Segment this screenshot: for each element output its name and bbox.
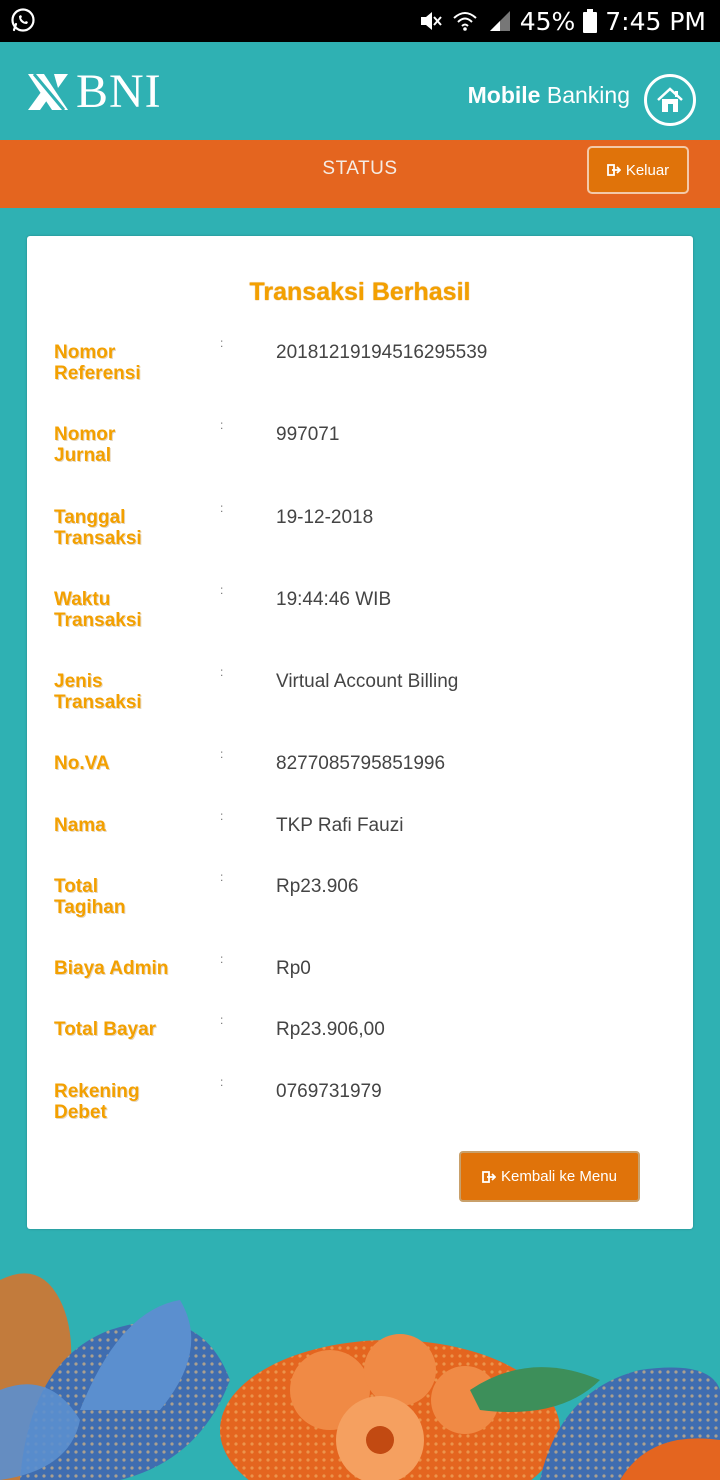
mobile-banking-label: Mobile Banking	[467, 82, 630, 108]
signal-icon	[489, 11, 510, 31]
receipt-row-value: Rp0	[276, 958, 311, 979]
battery-icon	[583, 9, 598, 33]
receipt-row-label: No.VA	[54, 753, 110, 774]
receipt-row-value: Rp23.906,00	[276, 1019, 385, 1040]
receipt-row-colon: :	[220, 809, 224, 823]
logout-icon	[606, 164, 621, 176]
receipt-row-colon: :	[220, 952, 224, 966]
app-header: BNI Mobile Banking	[0, 42, 720, 140]
receipt-row-value: TKP Rafi Fauzi	[276, 815, 404, 836]
receipt-row-value: 8277085795851996	[276, 753, 446, 774]
clock: 7:45 PM	[605, 6, 706, 36]
receipt-row-label: Rekening Debet	[54, 1081, 140, 1123]
bni-logo-text: BNI	[76, 65, 162, 118]
logout-button[interactable]: Keluar	[587, 146, 689, 194]
receipt-row-value: 19:44:46 WIB	[276, 589, 392, 610]
receipt-row-colon: :	[220, 747, 224, 761]
bni-logo-mark-icon	[28, 73, 68, 111]
receipt-row-value: 19-12-2018	[276, 507, 374, 528]
back-to-menu-button[interactable]: Kembali ke Menu	[459, 1151, 640, 1202]
mute-icon	[420, 12, 442, 30]
receipt-row-colon: :	[220, 1075, 224, 1089]
status-bar-nav: STATUS Keluar	[0, 140, 720, 208]
receipt-row-value: 0769731979	[276, 1081, 382, 1102]
receipt-title: Transaksi Berhasil	[249, 278, 471, 306]
receipt-row-value: Virtual Account Billing	[276, 671, 459, 692]
batik-decoration	[0, 1273, 720, 1480]
receipt-row-label: Jenis Transaksi	[54, 671, 142, 713]
home-icon	[657, 87, 683, 112]
receipt-row-value: Rp23.906	[276, 876, 359, 897]
receipt-row-label: Biaya Admin	[54, 958, 169, 979]
bni-logo: BNI	[26, 65, 162, 118]
receipt-row-label: Total Bayar	[54, 1019, 157, 1040]
receipt-row-label: Nomor Jurnal	[54, 424, 116, 466]
receipt-row-label: Total Tagihan	[54, 876, 126, 918]
wifi-icon	[453, 12, 477, 31]
receipt-row-value: 997071	[276, 424, 340, 445]
receipt-row-label: Nama	[54, 815, 106, 836]
receipt-row-colon: :	[220, 665, 224, 679]
battery-percent: 45%	[519, 6, 576, 36]
receipt-row-colon: :	[220, 418, 224, 432]
receipt-row-colon: :	[220, 501, 224, 515]
receipt-row-colon: :	[220, 583, 224, 597]
receipt-row-label: Tanggal Transaksi	[54, 507, 142, 549]
status-bar: 45% 7:45 PM	[0, 0, 720, 42]
receipt-row-colon: :	[220, 1013, 224, 1027]
back-to-menu-label: Kembali ke Menu	[501, 1168, 617, 1185]
logout-label: Keluar	[625, 161, 670, 179]
home-button[interactable]	[644, 74, 696, 126]
back-icon	[482, 1170, 497, 1183]
receipt-row-value: 20181219194516295539	[276, 342, 488, 363]
batik-leaves-left	[0, 1273, 230, 1480]
whatsapp-icon	[11, 8, 35, 32]
receipt-row-label: Waktu Transaksi	[54, 589, 142, 631]
receipt-card: Transaksi Berhasil Nomor Referensi : 201…	[27, 236, 693, 1229]
receipt-row-colon: :	[220, 336, 224, 350]
receipt-row-label: Nomor Referensi	[54, 342, 141, 384]
receipt-row-colon: :	[220, 870, 224, 884]
